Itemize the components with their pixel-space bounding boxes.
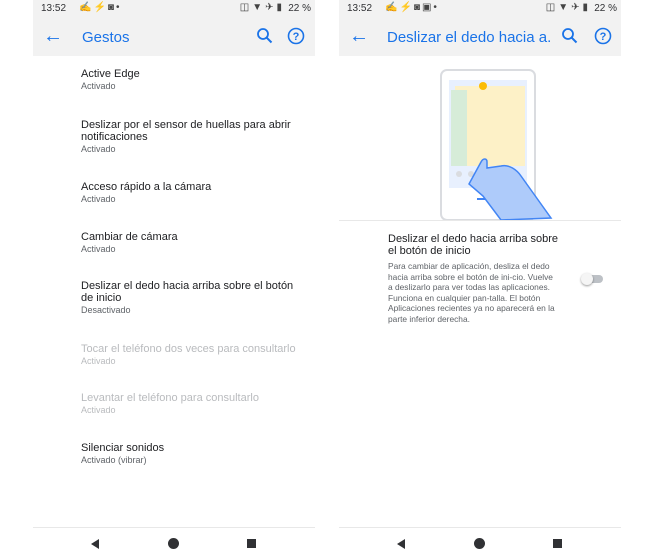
photo-icon: ▣ — [421, 2, 434, 13]
list-item-subtitle: Activado — [81, 244, 116, 254]
nav-home-icon[interactable] — [168, 538, 179, 549]
fitness-icon: ⚡ — [93, 2, 108, 13]
list-item-quick-camera[interactable]: Acceso rápido a la cámara Activado — [81, 181, 306, 205]
fitness-icon: ⚡ — [399, 2, 414, 13]
app-bar: ← Deslizar el dedo hacia a... ? — [339, 18, 621, 56]
list-item-title: Cambiar de cámara — [81, 231, 178, 243]
search-icon[interactable] — [256, 27, 274, 45]
list-item-flip-camera[interactable]: Cambiar de cámara Activado — [81, 231, 306, 255]
list-item-title: Tocar el teléfono dos veces para consult… — [81, 343, 296, 355]
list-item-title: Levantar el teléfono para consultarlo — [81, 392, 259, 404]
status-bar: 13:52 ✍⚡◙▣• ◫▼✈▮ 22 % — [339, 0, 621, 18]
setting-title: Deslizar el dedo hacia arriba sobre el b… — [388, 233, 558, 257]
divider — [339, 220, 621, 221]
search-icon[interactable] — [561, 27, 579, 45]
battery-icon: ▮ — [276, 2, 285, 13]
gestures-screen: 13:52 ✍⚡◙• ◫▼✈▮ 22 % ← Gestos ? Active E… — [33, 0, 315, 560]
notification-icons: ✍⚡◙• — [79, 2, 121, 13]
gesture-illustration — [440, 69, 553, 220]
instagram-icon: ◙ — [107, 2, 116, 13]
instagram-icon: ◙ — [413, 2, 422, 13]
navigation-bar — [33, 527, 315, 560]
status-time: 13:52 — [347, 3, 373, 14]
battery-icon: ▮ — [582, 2, 591, 13]
list-item-subtitle: Activado — [81, 144, 116, 154]
nav-recents-icon[interactable] — [247, 539, 256, 548]
status-time: 13:52 — [41, 3, 67, 14]
airplane-icon: ✈ — [265, 2, 277, 13]
home-pill — [477, 198, 485, 200]
toggle-thumb — [581, 273, 593, 285]
list-item-double-tap-check: Tocar el teléfono dos veces para consult… — [81, 343, 306, 367]
list-item-title: Silenciar sonidos — [81, 442, 165, 454]
list-item-silence-sounds[interactable]: Silenciar sonidos Activado (vibrar) — [81, 442, 306, 466]
page-title: Deslizar el dedo hacia a... — [387, 29, 551, 46]
system-status-icons: ◫▼✈▮ — [240, 2, 285, 13]
back-arrow-icon[interactable]: ← — [349, 25, 371, 47]
list-item-active-edge[interactable]: Active Edge Activado — [81, 68, 306, 92]
wifi-icon: ▼ — [252, 2, 266, 13]
navigation-bar — [339, 527, 621, 560]
back-arrow-icon[interactable]: ← — [43, 25, 65, 47]
setting-description: Para cambiar de aplicación, desliza el d… — [388, 261, 555, 324]
list-item-subtitle: Activado — [81, 81, 116, 91]
dot-icon: • — [433, 2, 439, 13]
list-item-subtitle: Activado — [81, 405, 116, 415]
swipe-up-toggle[interactable] — [581, 273, 603, 285]
dot-icon: • — [115, 2, 122, 13]
nav-home-icon[interactable] — [474, 538, 485, 549]
page-title: Gestos — [82, 29, 130, 46]
battery-percent: 22 % — [288, 3, 311, 14]
list-item-title: Deslizar el dedo hacia arriba sobre el b… — [81, 280, 294, 304]
battery-percent: 22 % — [594, 3, 617, 14]
nav-recents-icon[interactable] — [553, 539, 562, 548]
nav-back-icon[interactable] — [91, 539, 99, 549]
airplane-icon: ✈ — [571, 2, 583, 13]
list-item-subtitle: Activado (vibrar) — [81, 455, 147, 465]
list-item-subtitle: Activado — [81, 194, 116, 204]
svg-text:?: ? — [600, 31, 607, 43]
status-bar: 13:52 ✍⚡◙• ◫▼✈▮ 22 % — [33, 0, 315, 18]
list-item-lift-to-check: Levantar el teléfono para consultarlo Ac… — [81, 392, 306, 416]
list-item-swipe-up-home[interactable]: Deslizar el dedo hacia arriba sobre el b… — [81, 280, 306, 316]
gesture-icon: ✍ — [79, 2, 94, 13]
nav-back-icon[interactable] — [397, 539, 405, 549]
vibrate-icon: ◫ — [545, 2, 559, 13]
notification-icons: ✍⚡◙▣• — [385, 2, 439, 13]
list-item-fingerprint-swipe[interactable]: Deslizar por el sensor de huellas para a… — [81, 119, 306, 155]
vibrate-icon: ◫ — [239, 2, 253, 13]
dock-dot — [456, 171, 462, 177]
svg-text:?: ? — [293, 31, 300, 43]
app-card-left — [451, 90, 467, 166]
list-item-subtitle: Desactivado — [81, 305, 131, 315]
camera-dot — [479, 82, 487, 90]
help-icon[interactable]: ? — [287, 27, 305, 45]
list-item-subtitle: Activado — [81, 356, 116, 366]
system-status-icons: ◫▼✈▮ — [546, 2, 591, 13]
list-item-title: Active Edge — [81, 68, 140, 80]
list-item-title: Deslizar por el sensor de huellas para a… — [81, 119, 291, 143]
app-bar: ← Gestos ? — [33, 18, 315, 56]
gesture-icon: ✍ — [385, 2, 400, 13]
list-item-title: Acceso rápido a la cámara — [81, 181, 212, 193]
wifi-icon: ▼ — [558, 2, 572, 13]
help-icon[interactable]: ? — [594, 27, 612, 45]
swipe-up-detail-screen: 13:52 ✍⚡◙▣• ◫▼✈▮ 22 % ← Deslizar el dedo… — [339, 0, 621, 560]
